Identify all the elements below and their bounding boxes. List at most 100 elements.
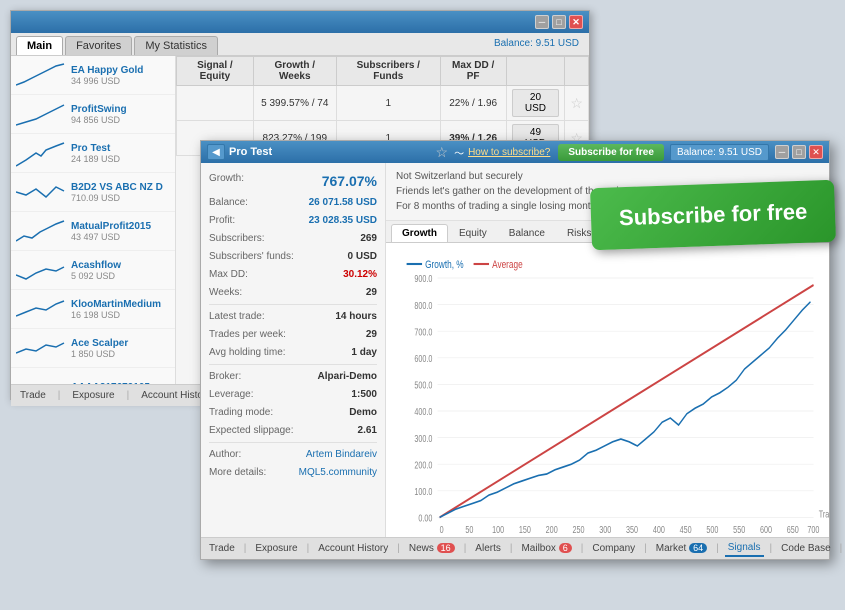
growth-value: 767.07%	[322, 171, 377, 192]
front-tab-codebase[interactable]: Code Base	[778, 541, 833, 556]
front-tab-alerts[interactable]: Alerts	[472, 541, 504, 556]
favorite-star[interactable]: ☆	[570, 95, 583, 111]
list-item[interactable]: MatualProfit2015 43 497 USD	[11, 212, 175, 251]
svg-text:450: 450	[680, 524, 692, 535]
close-button[interactable]: ✕	[569, 15, 583, 29]
col-signal: Signal / Equity	[177, 57, 254, 86]
dd-cell: 22% / 1.96	[440, 86, 506, 121]
subscribers-label: Subscribers:	[209, 231, 265, 246]
signal-name[interactable]: EA Happy Gold	[71, 65, 170, 76]
leverage-value: 1:500	[351, 387, 377, 402]
front-tab-company[interactable]: Company	[589, 541, 638, 556]
svg-text:0: 0	[440, 524, 444, 535]
signal-price: 1 850 USD	[71, 349, 170, 359]
chart-tab-growth[interactable]: Growth	[391, 224, 448, 242]
list-item[interactable]: Pro Test 24 189 USD	[11, 134, 175, 173]
mailbox-badge: 6	[559, 543, 572, 553]
signal-name[interactable]: KlooMartinMedium	[71, 299, 170, 310]
list-item[interactable]: ProfitSwing 94 856 USD	[11, 95, 175, 134]
minimize-button[interactable]: ─	[535, 15, 549, 29]
svg-text:200: 200	[546, 524, 558, 535]
tab-main[interactable]: Main	[16, 36, 63, 55]
tab-my-statistics[interactable]: My Statistics	[134, 36, 218, 55]
front-tab-trade[interactable]: Trade	[206, 541, 238, 556]
bottom-tab-exposure[interactable]: Exposure	[68, 388, 118, 403]
subs-cell: 1	[336, 86, 440, 121]
svg-text:550: 550	[733, 524, 745, 535]
maxdd-label: Max DD:	[209, 267, 248, 282]
list-item[interactable]: Acashflow 5 092 USD	[11, 251, 175, 290]
signal-price: 94 856 USD	[71, 115, 170, 125]
broker-label: Broker:	[209, 369, 241, 384]
signal-name[interactable]: Pro Test	[71, 143, 170, 154]
front-titlebar: ◀ Pro Test ☆ 〜 How to subscribe? Subscri…	[201, 141, 829, 163]
maximize-button[interactable]: □	[552, 15, 566, 29]
profit-value: 23 028.35 USD	[309, 213, 377, 228]
col-star	[565, 57, 589, 86]
growth-label: Growth:	[209, 171, 244, 192]
front-tab-signals[interactable]: Signals	[725, 540, 764, 557]
bottom-tab-trade[interactable]: Trade	[16, 388, 50, 403]
front-window-title: Pro Test	[229, 146, 436, 158]
signal-price: 43 497 USD	[71, 232, 170, 242]
front-tab-mailbox[interactable]: Mailbox 6	[518, 541, 574, 556]
balance-display[interactable]: Balance: 9.51 USD	[489, 36, 584, 55]
chart-tab-equity[interactable]: Equity	[448, 224, 498, 242]
back-nav-button[interactable]: ◀	[207, 144, 225, 160]
subscribe-badge[interactable]: Subscribe for free	[590, 180, 836, 250]
signal-name[interactable]: AAAA217679105	[71, 382, 170, 385]
balance-button[interactable]: Balance: 9.51 USD	[670, 144, 769, 161]
signal-name[interactable]: MatualProfit2015	[71, 221, 170, 232]
tab-favorites[interactable]: Favorites	[65, 36, 132, 55]
signal-name[interactable]: ProfitSwing	[71, 104, 170, 115]
front-tab-market[interactable]: Market 64	[653, 541, 710, 556]
front-tab-news[interactable]: News 16	[406, 541, 458, 556]
col-sub-btn	[506, 57, 565, 86]
signal-name[interactable]: Acashflow	[71, 260, 170, 271]
balance-stat-value: 26 071.58 USD	[309, 195, 377, 210]
subscribe-button[interactable]: Subscribe for free	[558, 144, 664, 161]
subscribe-small-button[interactable]: 20 USD	[512, 89, 560, 117]
subscribers-value: 269	[360, 231, 377, 246]
growth-chart: Growth, % Average 900.0 8	[386, 243, 829, 537]
col-dd: Max DD / PF	[440, 57, 506, 86]
list-item[interactable]: AAAA217679105	[11, 368, 175, 384]
front-minimize-button[interactable]: ─	[775, 145, 789, 159]
list-item[interactable]: B2D2 VS ABC NZ D 710.09 USD	[11, 173, 175, 212]
signal-price: 710.09 USD	[71, 193, 170, 203]
weeks-label: Weeks:	[209, 285, 242, 300]
svg-text:Trades: Trades	[819, 508, 829, 519]
back-window-controls: ─ □ ✕	[535, 15, 583, 29]
chart-tab-balance[interactable]: Balance	[498, 224, 556, 242]
how-to-subscribe-link[interactable]: How to subscribe?	[468, 147, 550, 158]
front-tab-account-history[interactable]: Account History	[315, 541, 391, 556]
front-close-button[interactable]: ✕	[809, 145, 823, 159]
signal-name[interactable]: Ace Scalper	[71, 338, 170, 349]
svg-text:350: 350	[626, 524, 638, 535]
svg-text:800.0: 800.0	[414, 300, 432, 311]
more-details-link[interactable]: MQL5.community	[299, 465, 377, 480]
svg-text:300.0: 300.0	[414, 433, 432, 444]
front-tab-exposure[interactable]: Exposure	[252, 541, 300, 556]
list-item[interactable]: Ace Scalper 1 850 USD	[11, 329, 175, 368]
signal-price: 16 198 USD	[71, 310, 170, 320]
market-badge: 64	[689, 543, 707, 553]
author-link[interactable]: Artem Bindareiv	[306, 447, 377, 462]
front-maximize-button[interactable]: □	[792, 145, 806, 159]
list-item[interactable]: KlooMartinMedium 16 198 USD	[11, 290, 175, 329]
favorite-star-icon[interactable]: ☆	[436, 144, 449, 161]
slippage-value: 2.61	[358, 423, 377, 438]
list-item[interactable]: EA Happy Gold 34 996 USD	[11, 56, 175, 95]
balance-stat-label: Balance:	[209, 195, 248, 210]
col-subs: Subscribers / Funds	[336, 57, 440, 86]
broker-value: Alpari-Demo	[318, 369, 377, 384]
svg-text:400: 400	[653, 524, 665, 535]
svg-text:Average: Average	[492, 259, 523, 272]
trades-week-label: Trades per week:	[209, 327, 286, 342]
maxdd-value: 30.12%	[343, 267, 377, 282]
signal-name[interactable]: B2D2 VS ABC NZ D	[71, 182, 170, 193]
signal-list: EA Happy Gold 34 996 USD ProfitSwing 94 …	[11, 56, 176, 384]
svg-text:100.0: 100.0	[414, 486, 432, 497]
svg-text:100: 100	[492, 524, 504, 535]
svg-text:700: 700	[807, 524, 819, 535]
